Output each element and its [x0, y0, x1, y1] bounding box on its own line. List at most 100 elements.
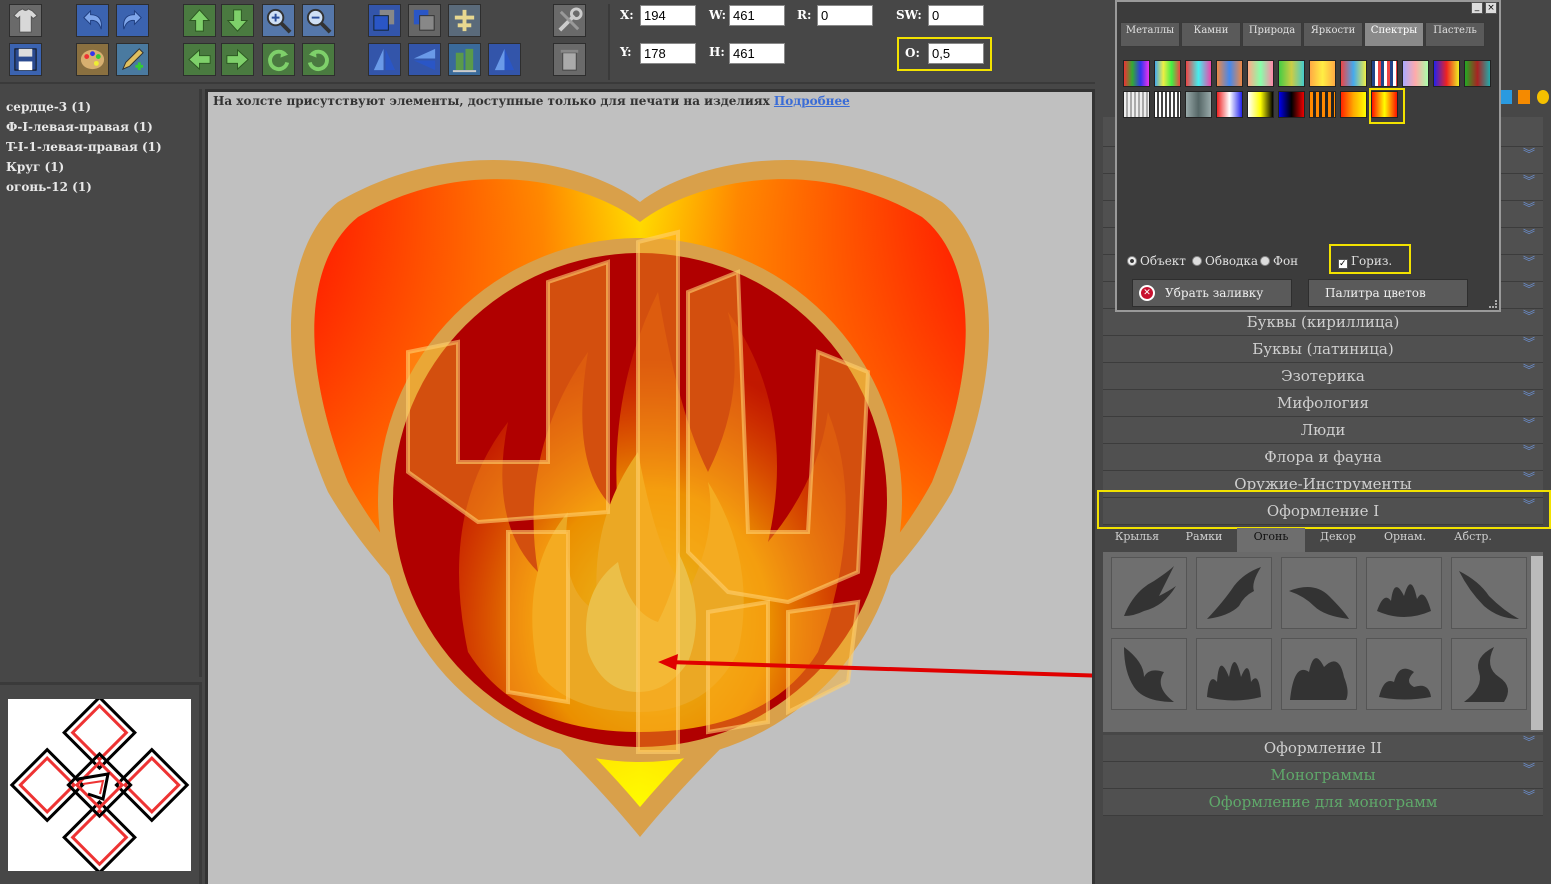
gradient-swatch[interactable] [1464, 60, 1491, 87]
resize-handle-icon[interactable] [1489, 300, 1497, 308]
fire-clipart-tile[interactable] [1196, 557, 1272, 629]
fire-clipart-tile[interactable] [1281, 638, 1357, 710]
category-mythology[interactable]: Мифология ︾ [1103, 390, 1543, 417]
fire-clipart-tile[interactable] [1111, 638, 1187, 710]
category-latin[interactable]: Буквы (латиница) ︾ [1103, 336, 1543, 363]
y-input[interactable] [640, 43, 696, 64]
x-input[interactable] [640, 5, 696, 26]
design-artwork[interactable] [208, 92, 1092, 884]
send-back-icon[interactable] [408, 4, 441, 37]
gradient-swatch[interactable] [1433, 60, 1460, 87]
zoom-in-icon[interactable] [262, 4, 295, 37]
clipart-scrollbar[interactable] [1531, 556, 1543, 730]
subtab-frames[interactable]: Рамки [1171, 528, 1237, 552]
subtab-ornament[interactable]: Орнам. [1371, 528, 1439, 552]
gradient-swatch[interactable] [1247, 60, 1274, 87]
social-icon[interactable] [1537, 90, 1549, 104]
category-monogram-decoration[interactable]: Оформление для монограмм ︾ [1103, 789, 1543, 816]
palette-icon[interactable] [76, 43, 109, 76]
gradient-swatch[interactable] [1216, 91, 1243, 118]
fire-clipart-tile[interactable] [1196, 638, 1272, 710]
gradient-swatch[interactable] [1278, 60, 1305, 87]
flip-vertical-icon[interactable] [368, 43, 401, 76]
gradient-swatch[interactable] [1154, 91, 1181, 118]
subtab-wings[interactable]: Крылья [1103, 528, 1171, 552]
category-esoteric[interactable]: Эзотерика ︾ [1103, 363, 1543, 390]
r-input[interactable] [817, 5, 873, 26]
category-flora-fauna[interactable]: Флора и фауна ︾ [1103, 444, 1543, 471]
close-icon[interactable]: × [1485, 2, 1497, 14]
move-down-icon[interactable] [221, 4, 254, 37]
zoom-out-icon[interactable] [302, 4, 335, 37]
flip-horizontal-icon[interactable] [408, 43, 441, 76]
edit-icon[interactable] [116, 43, 149, 76]
move-up-icon[interactable] [183, 4, 216, 37]
subtab-decor[interactable]: Декор [1305, 528, 1371, 552]
fire-clipart-tile[interactable] [1366, 557, 1442, 629]
palette-tab-brightness[interactable]: Яркости [1303, 22, 1363, 47]
category-decoration-2[interactable]: Оформление II ︾ [1103, 735, 1543, 762]
gradient-swatch[interactable] [1154, 60, 1181, 87]
w-input[interactable] [729, 5, 785, 26]
radio-stroke[interactable]: Обводка [1192, 254, 1258, 268]
radio-object[interactable]: Объект [1127, 254, 1186, 268]
design-canvas[interactable]: На холсте присутствуют элементы, доступн… [208, 92, 1092, 884]
palette-tab-spectra[interactable]: Спектры [1364, 22, 1424, 47]
redo-icon[interactable] [116, 4, 149, 37]
gradient-swatch[interactable] [1278, 91, 1305, 118]
tshirt-icon[interactable] [9, 4, 42, 37]
social-icon[interactable] [1500, 90, 1512, 104]
layer-item[interactable]: T-I-1-левая-правая (1) [6, 137, 193, 157]
bring-front-icon[interactable] [368, 4, 401, 37]
gradient-swatch[interactable] [1340, 91, 1367, 118]
subtab-abstract[interactable]: Абстр. [1439, 528, 1507, 552]
move-right-icon[interactable] [221, 43, 254, 76]
subtab-fire[interactable]: Огонь [1237, 528, 1305, 552]
layer-item[interactable]: огонь-12 (1) [6, 177, 193, 197]
opacity-input[interactable] [928, 43, 984, 64]
rotate-ccw-icon[interactable] [262, 43, 295, 76]
fire-clipart-tile[interactable] [1366, 638, 1442, 710]
remove-fill-button[interactable]: ✕ Убрать заливку [1132, 279, 1292, 307]
h-input[interactable] [729, 43, 785, 64]
gradient-swatch[interactable] [1216, 60, 1243, 87]
undo-icon[interactable] [76, 4, 109, 37]
gradient-swatch[interactable] [1185, 91, 1212, 118]
fire-clipart-tile[interactable] [1451, 557, 1527, 629]
gradient-swatch[interactable] [1123, 60, 1150, 87]
gradient-swatch[interactable] [1247, 91, 1274, 118]
category-people[interactable]: Люди ︾ [1103, 417, 1543, 444]
save-icon[interactable] [9, 43, 42, 76]
gradient-swatch[interactable] [1185, 60, 1212, 87]
color-palette-button[interactable]: Палитра цветов [1308, 279, 1468, 307]
horizontal-checkbox[interactable]: ✓ Гориз. [1338, 254, 1392, 269]
align-icon[interactable] [448, 43, 481, 76]
fire-clipart-tile[interactable] [1281, 557, 1357, 629]
layer-item[interactable]: Круг (1) [6, 157, 193, 177]
palette-tab-metals[interactable]: Металлы [1120, 22, 1180, 47]
fire-clipart-tile[interactable] [1111, 557, 1187, 629]
move-left-icon[interactable] [183, 43, 216, 76]
gradient-swatch[interactable] [1402, 60, 1429, 87]
social-icon[interactable] [1518, 90, 1530, 104]
category-monograms[interactable]: Монограммы ︾ [1103, 762, 1543, 789]
gradient-swatch[interactable] [1309, 60, 1336, 87]
group-icon[interactable] [448, 4, 481, 37]
align-center-icon[interactable] [488, 43, 521, 76]
radio-background[interactable]: Фон [1260, 254, 1298, 268]
gradient-swatch[interactable] [1309, 91, 1336, 118]
layer-item[interactable]: сердце-3 (1) [6, 97, 193, 117]
trash-icon[interactable] [553, 43, 586, 76]
gradient-swatch[interactable] [1340, 60, 1367, 87]
minimize-icon[interactable]: _ [1471, 2, 1483, 14]
sw-input[interactable] [928, 5, 984, 26]
fire-clipart-tile[interactable] [1451, 638, 1527, 710]
palette-tab-stones[interactable]: Камни [1181, 22, 1241, 47]
rotate-cw-icon[interactable] [302, 43, 335, 76]
palette-tab-nature[interactable]: Природа [1242, 22, 1302, 47]
gradient-swatch[interactable] [1123, 91, 1150, 118]
gradient-swatch[interactable] [1371, 60, 1398, 87]
palette-tab-pastel[interactable]: Пастель [1425, 22, 1485, 47]
tools-icon[interactable] [553, 4, 586, 37]
category-cyrillic[interactable]: Буквы (кириллица) ︾ [1103, 309, 1543, 336]
